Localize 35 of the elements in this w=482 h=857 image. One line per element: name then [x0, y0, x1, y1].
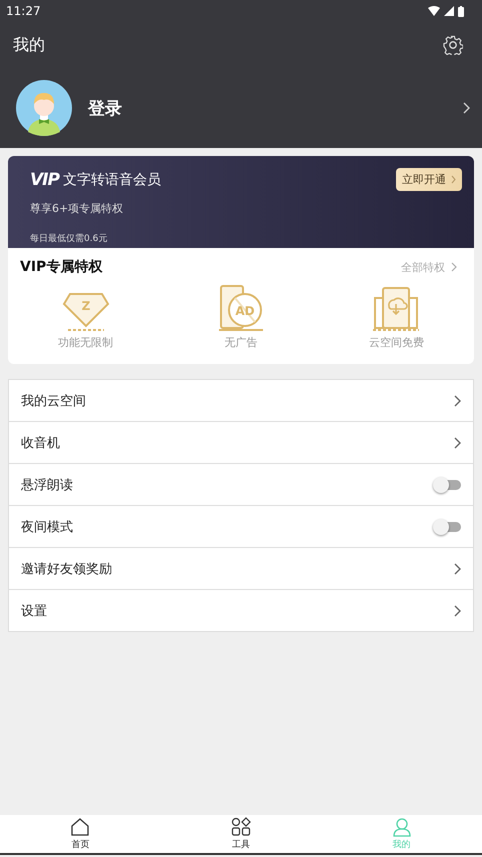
vip-title: 文字转语音会员 [62, 170, 162, 188]
nav-tab[interactable]: 首页 [0, 815, 161, 853]
section-title: VIP专属特权 [20, 258, 102, 276]
page-title: 我的 [13, 34, 45, 56]
avatar-icon[interactable] [16, 80, 72, 136]
chevron-icon [454, 436, 461, 448]
chevron-icon [454, 394, 461, 406]
menu-item[interactable]: 悬浮朗读 [9, 464, 473, 506]
vip-logo: VIP [30, 170, 59, 190]
battery-icon [458, 6, 464, 16]
cloud-download-icon [372, 284, 420, 332]
settings-icon[interactable] [443, 35, 463, 55]
menu-item[interactable]: 夜间模式 [9, 506, 473, 548]
toggle-switch[interactable] [435, 480, 461, 490]
perk-label: 云空间免费 [368, 335, 424, 350]
perk-label: 功能无限制 [58, 335, 114, 350]
person-icon [392, 817, 412, 837]
perk-label: 无广告 [224, 335, 258, 350]
chevron-icon [451, 175, 456, 184]
menu-item[interactable]: 我的云空间 [9, 380, 473, 422]
chevron-icon [454, 604, 461, 616]
menu-item[interactable]: 邀请好友领奖励 [9, 548, 473, 590]
open-now-button[interactable]: 立即开通 [396, 168, 462, 191]
nav-tab[interactable]: 工具 [160, 815, 322, 853]
chevron-icon [451, 262, 457, 272]
chevron-icon [454, 562, 461, 574]
status-time: 11:27 [6, 4, 41, 18]
chevron-icon [463, 102, 470, 114]
menu-item[interactable]: 设置 [9, 590, 473, 631]
signal-icon [444, 6, 454, 16]
vip-price: 每日最低仅需0.6元 [30, 232, 108, 245]
vip-subtitle: 尊享6+项专属特权 [30, 201, 124, 216]
toggle-switch[interactable] [435, 522, 461, 532]
wifi-icon [428, 6, 440, 16]
menu-item[interactable]: 收音机 [9, 422, 473, 464]
